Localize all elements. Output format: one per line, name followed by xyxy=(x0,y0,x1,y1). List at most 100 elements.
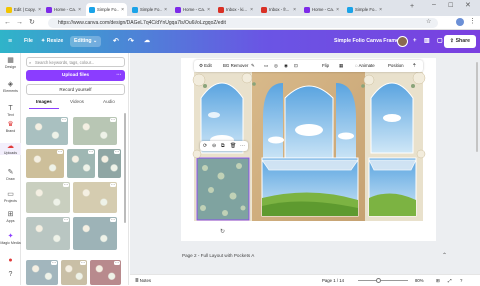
animate-button[interactable]: ◌ Animate xyxy=(355,60,375,72)
add-collaborator-icon[interactable]: + xyxy=(413,30,417,53)
uploaded-image-thumbnail[interactable]: ⋯ xyxy=(73,117,117,145)
bookmark-star-icon[interactable]: ☆ xyxy=(426,18,431,26)
crop-icon[interactable]: ⊡ xyxy=(294,60,298,72)
browser-tab[interactable]: Simple Fo... × xyxy=(129,3,170,16)
fullscreen-icon[interactable]: ⤢ xyxy=(448,275,451,286)
uploaded-image-thumbnail[interactable]: ⋯ xyxy=(98,149,121,178)
file-menu[interactable]: File xyxy=(24,30,33,53)
tab-videos[interactable]: Videos xyxy=(70,99,84,104)
panel-scrollbar[interactable] xyxy=(124,113,126,223)
help-button[interactable]: ? xyxy=(0,271,21,279)
tab-close-icon[interactable]: × xyxy=(121,7,124,13)
uploaded-image-thumbnail[interactable]: ⋯ xyxy=(26,182,70,213)
thumbnail-more-icon[interactable]: ⋯ xyxy=(51,261,57,265)
uploaded-image-thumbnail[interactable]: ⋯ xyxy=(73,217,117,250)
tab-close-icon[interactable]: × xyxy=(164,7,167,13)
user-avatar[interactable] xyxy=(397,36,408,47)
more-icon[interactable]: ⋯ xyxy=(116,70,121,81)
uploaded-image-thumbnail[interactable]: ⋯ xyxy=(26,117,68,145)
design-title[interactable]: Simple Folio Canva Frames xyxy=(334,30,402,53)
reload-icon[interactable]: ↻ xyxy=(29,19,35,27)
uploaded-image-thumbnail[interactable]: ⋯ xyxy=(26,149,64,178)
url-field[interactable]: https://www.canva.com/design/DAGeL7q4C/d… xyxy=(48,18,438,28)
thumbnail-more-icon[interactable]: ⋯ xyxy=(110,118,116,122)
tab-images[interactable]: Images xyxy=(36,99,52,104)
thumbnail-more-icon[interactable]: ⋯ xyxy=(80,261,86,265)
analytics-icon[interactable]: ▥ xyxy=(424,30,430,53)
redo-icon[interactable]: ↷ xyxy=(128,30,134,53)
browser-menu-icon[interactable]: ⋮ xyxy=(469,18,476,26)
rail-extra-app[interactable]: ● xyxy=(0,257,21,265)
thumbnail-more-icon[interactable]: ⋯ xyxy=(61,118,67,122)
rail-apps[interactable]: ⊞ Apps xyxy=(0,211,21,223)
transparency-icon[interactable]: ▦ xyxy=(339,60,343,72)
comment-icon[interactable]: ▢ xyxy=(437,30,443,53)
grid-view-icon[interactable]: ⊞ xyxy=(436,275,440,286)
uploaded-image-thumbnail[interactable]: ⋯ xyxy=(67,149,95,178)
zoom-level[interactable]: 80% xyxy=(415,275,424,286)
zoom-slider-handle[interactable] xyxy=(376,278,381,283)
rotate-icon[interactable]: ⟳ xyxy=(203,141,207,151)
close-window-icon[interactable]: ✕ xyxy=(465,1,471,9)
resize-button[interactable]: ✦ Resize xyxy=(41,30,63,53)
edit-button[interactable]: ⚙ Edit xyxy=(199,60,212,72)
rail-draw[interactable]: ✎ Draw xyxy=(0,169,21,181)
lock-icon[interactable]: ⊖ xyxy=(212,141,216,151)
canvas-scrollbar[interactable] xyxy=(476,62,478,152)
rail-elements[interactable]: ◈ Elements xyxy=(0,81,21,93)
undo-icon[interactable]: ↶ xyxy=(113,30,119,53)
menu-icon[interactable]: ≡ xyxy=(8,30,12,53)
uploaded-image-thumbnail[interactable]: ⋯ xyxy=(90,260,121,285)
profile-icon[interactable] xyxy=(456,18,464,26)
rail-brand[interactable]: ♛ Brand xyxy=(0,121,21,133)
rail-design[interactable]: ▦ Design xyxy=(0,57,21,69)
border-style-icon[interactable]: ▭ xyxy=(264,60,268,72)
thumbnail-more-icon[interactable]: ⋯ xyxy=(110,218,116,222)
page-collapse-icon[interactable]: ⌃ xyxy=(442,252,447,259)
corner-icon[interactable]: ◎ xyxy=(274,60,278,72)
help-icon[interactable]: ? xyxy=(460,275,462,286)
browser-tab[interactable]: Home - Ca... × xyxy=(301,3,342,16)
search-input[interactable]: ⌕ Search keywords, tags, colour... xyxy=(26,57,125,67)
tab-close-icon[interactable]: × xyxy=(250,7,253,13)
forward-icon[interactable]: → xyxy=(16,19,23,27)
new-tab-button[interactable]: + xyxy=(410,3,414,10)
page-counter[interactable]: Page 1 / 14 xyxy=(322,275,344,286)
maximize-icon[interactable]: ☐ xyxy=(448,2,453,9)
color-icon[interactable]: ◉ xyxy=(284,60,288,72)
tab-close-icon[interactable]: × xyxy=(78,7,81,13)
thumbnail-more-icon[interactable]: ⋯ xyxy=(57,150,63,154)
tab-close-icon[interactable]: × xyxy=(293,7,296,13)
browser-tab[interactable]: Home - Ca... × xyxy=(172,3,213,16)
rotate-handle-icon[interactable]: ↻ xyxy=(220,228,225,235)
tab-close-icon[interactable]: × xyxy=(207,7,210,13)
tab-close-icon[interactable]: × xyxy=(379,7,382,13)
more-options-icon[interactable]: ⋯ xyxy=(240,141,245,151)
tab-close-icon[interactable]: × xyxy=(336,7,339,13)
cloud-save-icon[interactable]: ☁ xyxy=(144,30,150,53)
thumbnail-more-icon[interactable]: ⋯ xyxy=(63,218,69,222)
tab-audio[interactable]: Audio xyxy=(103,99,115,104)
browser-tab[interactable]: Edit | Copy... × xyxy=(3,3,44,16)
flip-button[interactable]: Flip xyxy=(322,60,329,72)
minimize-icon[interactable]: – xyxy=(432,1,436,8)
share-button[interactable]: ⇪ Share xyxy=(443,35,476,48)
rail-magic-media[interactable]: ✦ Magic Media xyxy=(0,233,21,245)
zoom-slider[interactable] xyxy=(358,280,408,281)
browser-tab[interactable]: Inbox - ki... × xyxy=(215,3,256,16)
position-button[interactable]: Position xyxy=(388,60,404,72)
editing-mode-button[interactable]: Editing ⌄ xyxy=(70,36,102,47)
browser-tab[interactable]: Home - Ca... × xyxy=(43,3,84,16)
duplicate-icon[interactable]: ⧉ xyxy=(221,141,225,151)
rail-uploads[interactable]: ☁ Uploads xyxy=(0,143,21,155)
pen-icon[interactable]: ✎ xyxy=(251,60,255,72)
thumbnail-more-icon[interactable]: ⋯ xyxy=(114,261,120,265)
thumbnail-more-icon[interactable]: ⋯ xyxy=(110,183,116,187)
uploaded-image-thumbnail[interactable]: ⋯ xyxy=(73,182,117,213)
uploaded-image-thumbnail[interactable]: ⋯ xyxy=(26,217,70,250)
uploaded-image-thumbnail[interactable]: ⋯ xyxy=(61,260,87,285)
rail-text[interactable]: T Text xyxy=(0,105,21,117)
tab-close-icon[interactable]: × xyxy=(38,7,41,13)
browser-tab[interactable]: Inbox - fr... × xyxy=(258,3,299,16)
back-icon[interactable]: ← xyxy=(4,19,11,27)
